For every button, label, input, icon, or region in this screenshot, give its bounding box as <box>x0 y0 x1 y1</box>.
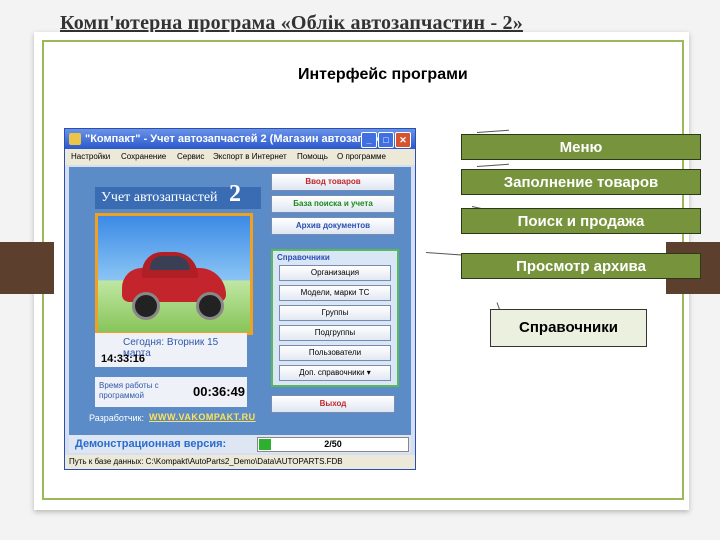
developer-link[interactable]: WWW.VAKOMPAKT.RU <box>149 412 256 422</box>
ref-groups-button[interactable]: Группы <box>279 305 391 321</box>
app-logo: Учет автозапчастей 2 <box>95 182 261 209</box>
developer-label: Разработчик: <box>89 413 144 423</box>
search-base-button[interactable]: База поиска и учета <box>271 195 395 213</box>
left-accent-tab <box>0 242 54 294</box>
demo-strip: Демонстрационная версия: 2/50 <box>69 435 411 453</box>
callout-menu: Меню <box>461 134 701 160</box>
minimize-icon[interactable]: _ <box>361 132 377 148</box>
car-image <box>95 213 253 335</box>
work-time-value: 00:36:49 <box>193 384 246 399</box>
callout-search-sale: Поиск и продажа <box>461 208 701 234</box>
work-time-label: Время работы с программой <box>99 381 159 400</box>
app-client-area: Учет автозапчастей 2 Сегодня: Вторник 15… <box>69 167 411 453</box>
callout-refs: Справочники <box>490 309 647 347</box>
callout-archive: Просмотр архива <box>461 253 701 279</box>
date-panel: Сегодня: Вторник 15 марта 14:33:16 <box>95 333 247 367</box>
car-wheel-front <box>132 292 160 320</box>
ref-models-button[interactable]: Модели, марки ТС <box>279 285 391 301</box>
car-window-shape <box>150 256 190 270</box>
clock: 14:33:16 <box>101 353 146 365</box>
car-wheel-rear <box>196 292 224 320</box>
refs-panel: Справочники Организация Модели, марки ТС… <box>271 249 399 387</box>
ref-users-button[interactable]: Пользователи <box>279 345 391 361</box>
demo-counter: 2/50 <box>324 439 342 449</box>
app-icon <box>69 133 81 145</box>
menu-save[interactable]: Сохранение <box>121 152 166 161</box>
logo-number: 2 <box>229 181 241 207</box>
maximize-icon[interactable]: □ <box>378 132 394 148</box>
developer-line: Разработчик: WWW.VAKOMPAKT.RU <box>89 412 255 423</box>
window-titlebar[interactable]: "Компакт" - Учет автозапчастей 2 (Магази… <box>65 129 415 149</box>
ref-subgroups-button[interactable]: Подгруппы <box>279 325 391 341</box>
subtitle: Интерфейс програми <box>298 66 468 83</box>
input-goods-button[interactable]: Ввод товаров <box>271 173 395 191</box>
window-title: "Компакт" - Учет автозапчастей 2 (Магази… <box>85 133 392 145</box>
menu-settings[interactable]: Настройки <box>71 152 110 161</box>
menu-service[interactable]: Сервис <box>177 152 204 161</box>
ref-extra-dropdown[interactable]: Доп. справочники ▾ <box>279 365 391 381</box>
menu-export[interactable]: Экспорт в Интернет <box>213 152 287 161</box>
ref-organization-button[interactable]: Организация <box>279 265 391 281</box>
db-path: Путь к базе данных: C:\Kompakt\AutoParts… <box>69 457 343 466</box>
app-window: "Компакт" - Учет автозапчастей 2 (Магази… <box>64 128 416 470</box>
demo-progress-bar: 2/50 <box>257 437 409 452</box>
work-time-panel: Время работы с программой 00:36:49 <box>95 377 247 407</box>
logo-text: Учет автозапчастей <box>101 190 218 205</box>
exit-button[interactable]: Выход <box>271 395 395 413</box>
status-bar: Путь к базе данных: C:\Kompakt\AutoParts… <box>65 455 415 469</box>
demo-label: Демонстрационная версия: <box>75 438 227 450</box>
refs-header: Справочники <box>277 253 330 262</box>
menu-about[interactable]: О программе <box>337 152 386 161</box>
menubar: Настройки Сохранение Сервис Экспорт в Ин… <box>65 149 415 165</box>
close-icon[interactable]: ✕ <box>395 132 411 148</box>
callout-fill-goods: Заполнение товаров <box>461 169 701 195</box>
archive-button[interactable]: Архив документов <box>271 217 395 235</box>
menu-help[interactable]: Помощь <box>297 152 328 161</box>
